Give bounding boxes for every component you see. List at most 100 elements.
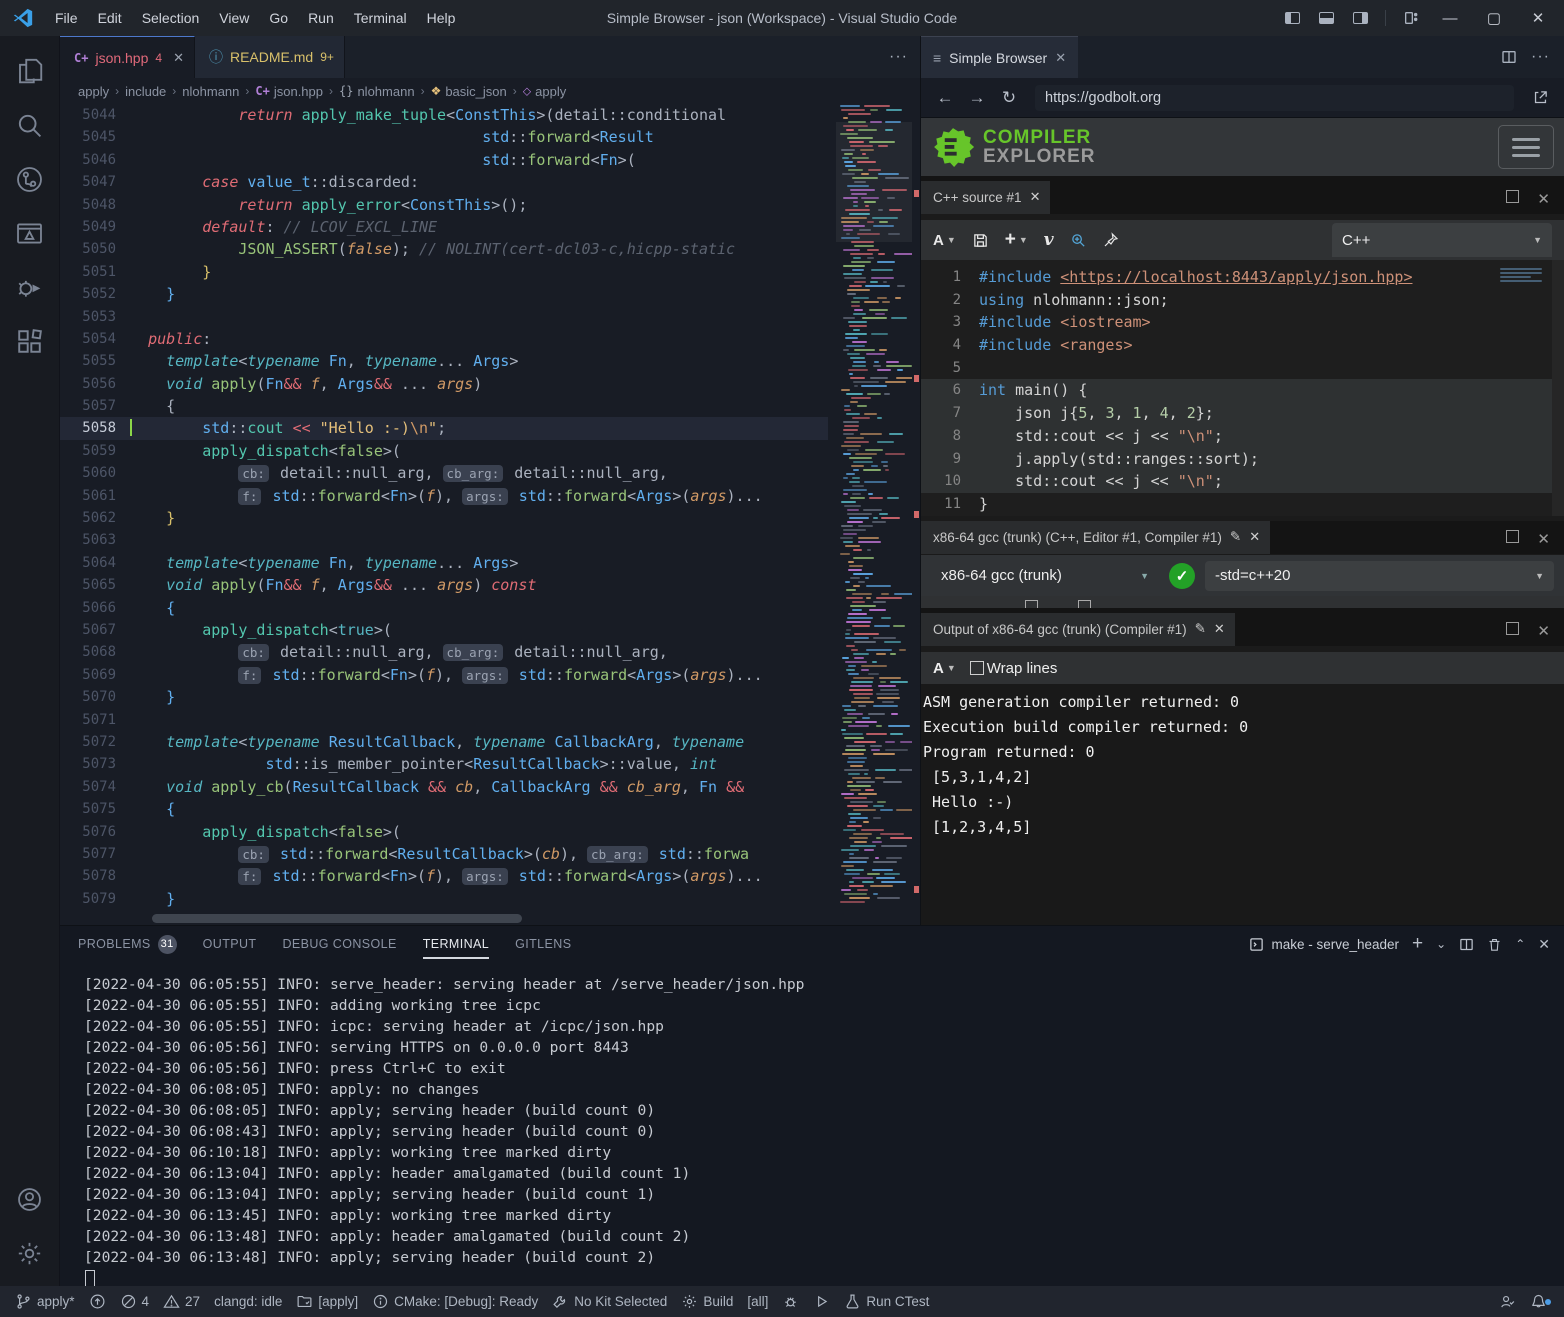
terminal-session-select[interactable]: make - serve_header bbox=[1249, 937, 1399, 952]
kill-terminal-icon[interactable] bbox=[1487, 937, 1502, 952]
vim-toggle-icon[interactable]: v bbox=[1044, 230, 1054, 250]
status-error-icon[interactable]: 4 bbox=[113, 1286, 157, 1317]
hamburger-menu-icon[interactable] bbox=[1498, 125, 1554, 169]
horizontal-scrollbar[interactable] bbox=[152, 914, 522, 923]
status-bug-icon[interactable] bbox=[775, 1286, 806, 1317]
status-play-icon[interactable] bbox=[806, 1286, 837, 1317]
split-terminal-icon[interactable] bbox=[1459, 937, 1474, 952]
tab-readme-md[interactable]: ⓘREADME.md9+ bbox=[195, 36, 345, 78]
panel-tab-gitlens[interactable]: GITLENS bbox=[515, 926, 571, 963]
forward-icon[interactable]: → bbox=[963, 84, 991, 112]
status-info-icon[interactable]: CMake: [Debug]: Ready bbox=[365, 1286, 545, 1317]
godbolt-source-editor[interactable]: 1#include <https://localhost:8443/apply/… bbox=[921, 260, 1564, 516]
menu-terminal[interactable]: Terminal bbox=[345, 6, 416, 30]
close-pane-icon[interactable]: ✕ bbox=[1537, 190, 1550, 208]
breadcrumb-item-nlohmann[interactable]: nlohmann bbox=[182, 84, 239, 99]
pin-icon[interactable] bbox=[1103, 232, 1119, 248]
tab-cpp-source[interactable]: C++ source #1✕ bbox=[921, 181, 1050, 214]
search-icon[interactable] bbox=[0, 98, 60, 152]
panel-tab-debug-console[interactable]: DEBUG CONSOLE bbox=[282, 926, 396, 963]
tab-compiler[interactable]: x86-64 gcc (trunk) (C++, Editor #1, Comp… bbox=[921, 521, 1270, 554]
open-external-icon[interactable] bbox=[1526, 84, 1554, 112]
breadcrumb-item-jsonhpp[interactable]: C+json.hpp bbox=[255, 84, 323, 99]
menu-view[interactable]: View bbox=[210, 6, 258, 30]
save-icon[interactable] bbox=[972, 232, 989, 249]
terminal[interactable]: [2022-04-30 06:05:55] INFO: serve_header… bbox=[60, 962, 1564, 1286]
reload-icon[interactable]: ↻ bbox=[995, 84, 1023, 112]
settings-gear-icon[interactable] bbox=[0, 1226, 60, 1280]
terminal-dropdown-icon[interactable]: ⌄ bbox=[1436, 937, 1446, 951]
add-pane-button[interactable]: +▼ bbox=[1005, 229, 1028, 251]
maximize-pane-icon[interactable] bbox=[1506, 190, 1519, 203]
tab-json-hpp[interactable]: C+json.hpp4✕ bbox=[60, 36, 195, 78]
status-feedback-icon[interactable] bbox=[1492, 1293, 1523, 1310]
panel-tab-terminal[interactable]: TERMINAL bbox=[423, 926, 489, 963]
cmake-icon[interactable] bbox=[0, 206, 60, 260]
menu-go[interactable]: Go bbox=[260, 6, 297, 30]
breadcrumb-item-nlohmann[interactable]: {}nlohmann bbox=[339, 84, 415, 99]
minimize-icon[interactable]: — bbox=[1430, 3, 1470, 33]
close-icon[interactable]: ✕ bbox=[1055, 50, 1066, 66]
panel-tab-output[interactable]: OUTPUT bbox=[203, 926, 257, 963]
status-clangd-idle[interactable]: clangd: idle bbox=[207, 1286, 289, 1317]
maximize-pane-icon[interactable] bbox=[1506, 530, 1519, 543]
status-branch-icon[interactable]: apply* bbox=[8, 1286, 82, 1317]
edit-icon[interactable]: ✎ bbox=[1230, 529, 1241, 545]
compiler-select[interactable]: x86-64 gcc (trunk)▼ bbox=[931, 561, 1159, 591]
menu-help[interactable]: Help bbox=[418, 6, 465, 30]
new-terminal-icon[interactable]: + bbox=[1412, 933, 1423, 955]
debug-icon[interactable] bbox=[0, 260, 60, 314]
customize-layout-icon[interactable] bbox=[1396, 5, 1426, 31]
close-pane-icon[interactable]: ✕ bbox=[1537, 622, 1550, 640]
status-cloud-up-icon[interactable] bbox=[82, 1286, 113, 1317]
editor-actions-more-icon[interactable]: ··· bbox=[889, 36, 920, 78]
breadcrumb-item-apply[interactable]: ⬦apply bbox=[523, 84, 566, 99]
menu-edit[interactable]: Edit bbox=[89, 6, 131, 30]
toggle-panel-icon[interactable] bbox=[1311, 5, 1341, 31]
godbolt-scrollbar[interactable] bbox=[1552, 260, 1564, 516]
back-icon[interactable]: ← bbox=[931, 84, 959, 112]
status-warning-icon[interactable]: 27 bbox=[156, 1286, 207, 1317]
tab-simple-browser[interactable]: ≡ Simple Browser ✕ bbox=[921, 36, 1078, 78]
status-tools-icon[interactable]: No Kit Selected bbox=[545, 1286, 674, 1317]
status-beaker-icon[interactable]: Run CTest bbox=[837, 1286, 936, 1317]
language-select[interactable]: C++▼ bbox=[1332, 223, 1552, 257]
url-input[interactable]: https://godbolt.org bbox=[1035, 85, 1514, 111]
close-icon[interactable]: ✕ bbox=[1214, 621, 1225, 637]
extensions-icon[interactable] bbox=[0, 314, 60, 368]
compiler-explorer-logo[interactable]: COMPILER EXPLORER bbox=[931, 125, 1096, 169]
close-pane-icon[interactable]: ✕ bbox=[1537, 530, 1550, 548]
menu-selection[interactable]: Selection bbox=[133, 6, 209, 30]
explorer-icon[interactable] bbox=[0, 44, 60, 98]
zoom-icon[interactable] bbox=[1070, 232, 1087, 249]
close-icon[interactable]: ✕ bbox=[1249, 529, 1260, 545]
edit-icon[interactable]: ✎ bbox=[1195, 621, 1206, 637]
accounts-icon[interactable] bbox=[0, 1172, 60, 1226]
menu-file[interactable]: File bbox=[46, 6, 87, 30]
code-editor[interactable]: 5044 return apply_make_tuple<ConstThis>(… bbox=[60, 104, 920, 925]
font-size-button[interactable]: A▼ bbox=[933, 660, 956, 677]
compiler-options-input[interactable]: -std=c++20▼ bbox=[1205, 561, 1554, 591]
font-size-button[interactable]: A▼ bbox=[933, 232, 956, 249]
close-icon[interactable]: ✕ bbox=[1518, 3, 1558, 33]
tab-output[interactable]: Output of x86-64 gcc (trunk) (Compiler #… bbox=[921, 613, 1235, 646]
close-panel-icon[interactable]: ✕ bbox=[1538, 936, 1550, 953]
source-control-icon[interactable] bbox=[0, 152, 60, 206]
toggle-secondary-sidebar-icon[interactable] bbox=[1345, 5, 1375, 31]
status--all-[interactable]: [all] bbox=[740, 1286, 775, 1317]
status-folder-icon[interactable]: [apply] bbox=[289, 1286, 365, 1317]
breadcrumb-item-basic_json[interactable]: ❖basic_json bbox=[431, 84, 507, 99]
wrap-lines-checkbox[interactable]: Wrap lines bbox=[970, 660, 1058, 677]
maximize-pane-icon[interactable] bbox=[1506, 622, 1519, 635]
menu-run[interactable]: Run bbox=[299, 6, 343, 30]
close-icon[interactable]: ✕ bbox=[1030, 189, 1041, 205]
status-bell-icon[interactable] bbox=[1523, 1293, 1554, 1310]
toggle-sidebar-icon[interactable] bbox=[1277, 5, 1307, 31]
breadcrumb-item-include[interactable]: include bbox=[125, 84, 166, 99]
breadcrumb-item-apply[interactable]: apply bbox=[78, 84, 109, 99]
maximize-icon[interactable]: ▢ bbox=[1474, 3, 1514, 33]
panel-tab-problems[interactable]: PROBLEMS31 bbox=[78, 926, 177, 963]
close-icon[interactable]: ✕ bbox=[173, 50, 184, 66]
maximize-panel-icon[interactable]: ⌃ bbox=[1515, 937, 1525, 951]
status-gear-icon[interactable]: Build bbox=[674, 1286, 740, 1317]
